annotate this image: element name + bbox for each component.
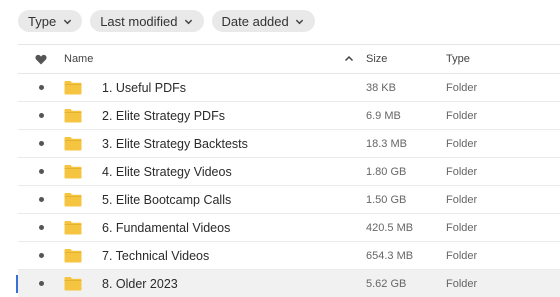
favorite-marker[interactable] <box>18 197 64 202</box>
row-name[interactable]: 3. Elite Strategy Backtests <box>102 137 248 151</box>
row-size: 6.9 MB <box>366 109 401 122</box>
column-header-name[interactable]: Name <box>64 53 340 65</box>
folder-icon <box>64 136 102 151</box>
folder-icon <box>64 248 102 263</box>
row-type: Folder <box>446 137 478 150</box>
filter-date-added-label: Date added <box>221 13 289 29</box>
row-name[interactable]: 8. Older 2023 <box>102 277 178 291</box>
row-name[interactable]: 6. Fundamental Videos <box>102 221 230 235</box>
heart-icon[interactable] <box>18 54 64 65</box>
dot-icon <box>38 141 44 146</box>
table-row[interactable]: 7. Technical Videos 654.3 MB Folder <box>18 242 560 270</box>
filter-last-modified-label: Last modified <box>100 13 178 29</box>
column-header-size[interactable]: Size <box>358 53 446 65</box>
filter-bar: Type Last modified Date added <box>18 10 315 32</box>
row-type: Folder <box>446 221 478 234</box>
favorite-marker[interactable] <box>18 169 64 174</box>
table-row[interactable]: 5. Elite Bootcamp Calls 1.50 GB Folder <box>18 186 560 214</box>
row-name[interactable]: 1. Useful PDFs <box>102 81 186 95</box>
folder-icon <box>64 220 102 235</box>
folder-icon <box>64 108 102 123</box>
row-type: Folder <box>446 165 478 178</box>
row-size: 1.50 GB <box>366 193 407 206</box>
row-type: Folder <box>446 277 478 290</box>
folder-icon <box>64 164 102 179</box>
dot-icon <box>38 169 44 174</box>
table-row[interactable]: 2. Elite Strategy PDFs 6.9 MB Folder <box>18 102 560 130</box>
row-type: Folder <box>446 109 478 122</box>
dot-icon <box>38 225 44 230</box>
row-name[interactable]: 5. Elite Bootcamp Calls <box>102 193 231 207</box>
table-row[interactable]: 6. Fundamental Videos 420.5 MB Folder <box>18 214 560 242</box>
row-size: 1.80 GB <box>366 165 407 178</box>
dot-icon <box>38 281 44 286</box>
table-body: 1. Useful PDFs 38 KB Folder 2. Elite Str… <box>16 74 560 297</box>
favorite-marker[interactable] <box>18 141 64 146</box>
chevron-down-icon <box>184 16 194 26</box>
folder-icon <box>64 80 102 95</box>
row-name[interactable]: 2. Elite Strategy PDFs <box>102 109 225 123</box>
favorite-marker[interactable] <box>18 225 64 230</box>
chevron-down-icon <box>62 16 72 26</box>
table-header: Name Size Type <box>18 44 560 74</box>
folder-icon <box>64 276 102 291</box>
row-type: Folder <box>446 249 478 262</box>
dot-icon <box>38 113 44 118</box>
table-row[interactable]: 3. Elite Strategy Backtests 18.3 MB Fold… <box>18 130 560 158</box>
folder-icon <box>64 192 102 207</box>
dot-icon <box>38 85 44 90</box>
table-row[interactable]: 1. Useful PDFs 38 KB Folder <box>18 74 560 102</box>
filter-last-modified-button[interactable]: Last modified <box>90 10 204 32</box>
row-name[interactable]: 4. Elite Strategy Videos <box>102 165 232 179</box>
row-size: 420.5 MB <box>366 221 414 234</box>
row-size: 38 KB <box>366 81 396 94</box>
table-row[interactable]: 8. Older 2023 5.62 GB Folder <box>16 270 560 297</box>
chevron-down-icon <box>295 16 305 26</box>
filter-type-label: Type <box>28 13 57 29</box>
row-size: 5.62 GB <box>366 277 407 290</box>
favorite-marker[interactable] <box>18 253 64 258</box>
file-table: Name Size Type 1. Useful PDFs 38 KB Fold… <box>16 44 560 297</box>
favorite-marker[interactable] <box>18 85 64 90</box>
row-name[interactable]: 7. Technical Videos <box>102 249 209 263</box>
favorite-marker[interactable] <box>18 281 64 286</box>
row-type: Folder <box>446 193 478 206</box>
row-size: 18.3 MB <box>366 137 407 150</box>
filter-date-added-button[interactable]: Date added <box>211 10 315 32</box>
column-header-type[interactable]: Type <box>446 53 536 65</box>
favorite-marker[interactable] <box>18 113 64 118</box>
filter-type-button[interactable]: Type <box>18 10 83 32</box>
row-size: 654.3 MB <box>366 249 414 262</box>
dot-icon <box>38 253 44 258</box>
table-row[interactable]: 4. Elite Strategy Videos 1.80 GB Folder <box>18 158 560 186</box>
row-type: Folder <box>446 81 478 94</box>
chevron-up-icon[interactable] <box>340 54 358 64</box>
dot-icon <box>38 197 44 202</box>
